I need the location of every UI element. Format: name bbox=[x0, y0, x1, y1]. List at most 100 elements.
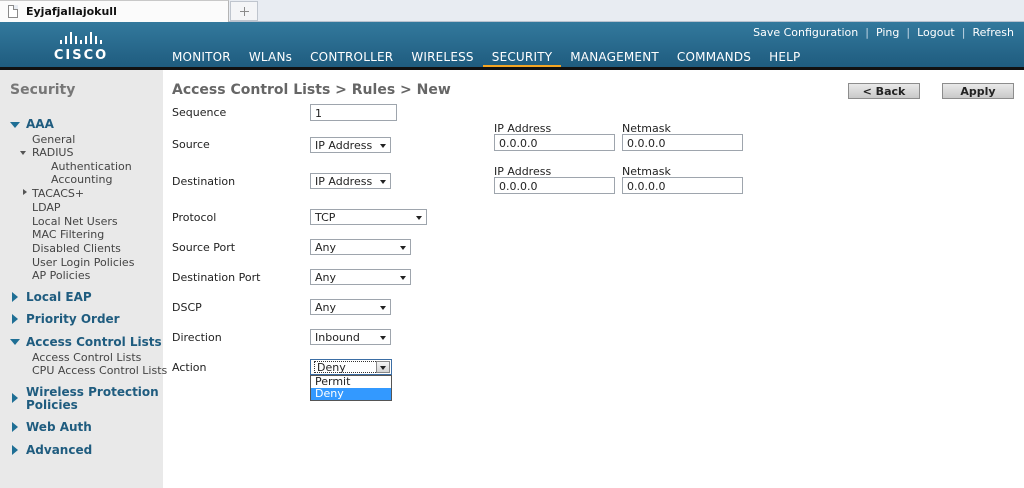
sidebar-item-disabled-clients[interactable]: Disabled Clients bbox=[32, 242, 121, 255]
sidebar-item-ldap[interactable]: LDAP bbox=[32, 201, 61, 214]
chevron-down-icon bbox=[380, 144, 386, 148]
page-title: Access Control Lists > Rules > New bbox=[172, 82, 451, 98]
action-select[interactable]: Deny bbox=[310, 359, 392, 375]
sidebar-item-access-control-lists[interactable]: Access Control Lists bbox=[32, 351, 141, 364]
dest-netmask-input[interactable]: 0.0.0.0 bbox=[622, 177, 743, 194]
chevron-down-icon bbox=[400, 246, 406, 250]
refresh-link[interactable]: Refresh bbox=[972, 26, 1014, 39]
sidebar-item-local-net-users[interactable]: Local Net Users bbox=[32, 215, 118, 228]
dscp-label: DSCP bbox=[172, 301, 202, 314]
direction-value: Inbound bbox=[315, 331, 360, 344]
nav-commands[interactable]: COMMANDS bbox=[668, 47, 760, 67]
sidebar-item-authentication[interactable]: Authentication bbox=[51, 160, 132, 173]
collapsed-arrow-icon[interactable] bbox=[12, 314, 18, 324]
sidebar-item-tacacs[interactable]: TACACS+ bbox=[32, 187, 84, 200]
sidebar-item-cpu-access-control-lists[interactable]: CPU Access Control Lists bbox=[32, 364, 167, 377]
sequence-label: Sequence bbox=[172, 106, 227, 119]
dest-ip-input[interactable]: 0.0.0.0 bbox=[494, 177, 615, 194]
sidebar-item-ap-policies[interactable]: AP Policies bbox=[32, 269, 90, 282]
action-label: Action bbox=[172, 361, 207, 374]
source-type-value: IP Address bbox=[315, 139, 373, 152]
cisco-bars-icon bbox=[50, 30, 112, 44]
destination-type-value: IP Address bbox=[315, 175, 373, 188]
expanded-arrow-icon[interactable] bbox=[20, 151, 26, 155]
cisco-logo-text: CISCO bbox=[53, 48, 109, 63]
browser-tab-title: Eyjafjallajokull bbox=[26, 5, 117, 18]
nav-help[interactable]: HELP bbox=[760, 47, 809, 67]
sidebar-group-web-auth[interactable]: Web Auth bbox=[26, 420, 92, 434]
nav-controller[interactable]: CONTROLLER bbox=[301, 47, 402, 67]
chevron-down-icon bbox=[400, 276, 406, 280]
sidebar-item-user-login-policies[interactable]: User Login Policies bbox=[32, 256, 134, 269]
sidebar-group-aaa[interactable]: AAA bbox=[26, 117, 54, 131]
nav-wlans[interactable]: WLANs bbox=[240, 47, 301, 67]
link-separator: | bbox=[906, 26, 911, 39]
collapsed-arrow-icon[interactable] bbox=[12, 292, 18, 302]
sidebar-item-radius[interactable]: RADIUS bbox=[32, 146, 73, 159]
sidebar-group-wireless-protection[interactable]: Wireless Protection bbox=[26, 385, 159, 399]
chevron-down-icon bbox=[380, 180, 386, 184]
expanded-arrow-icon[interactable] bbox=[10, 122, 20, 128]
destination-port-select[interactable]: Any bbox=[310, 269, 411, 285]
back-button[interactable]: < Back bbox=[848, 83, 920, 99]
chevron-down-icon bbox=[380, 336, 386, 340]
page-icon bbox=[8, 5, 18, 18]
save-configuration-link[interactable]: Save Configuration bbox=[753, 26, 858, 39]
dscp-value: Any bbox=[315, 301, 337, 314]
source-ip-input[interactable]: 0.0.0.0 bbox=[494, 134, 615, 151]
destination-port-label: Destination Port bbox=[172, 271, 261, 284]
direction-select[interactable]: Inbound bbox=[310, 329, 391, 345]
sequence-input[interactable]: 1 bbox=[310, 104, 397, 121]
direction-label: Direction bbox=[172, 331, 222, 344]
sidebar-item-accounting[interactable]: Accounting bbox=[51, 173, 112, 186]
source-label: Source bbox=[172, 138, 210, 151]
link-separator: | bbox=[865, 26, 869, 39]
browser-tab[interactable]: Eyjafjallajokull bbox=[0, 0, 229, 22]
sidebar-title: Security bbox=[10, 82, 76, 98]
app-header: CISCO Save Configuration | Ping | Logout… bbox=[0, 22, 1024, 68]
nav-management[interactable]: MANAGEMENT bbox=[561, 47, 668, 67]
plus-icon bbox=[239, 6, 249, 16]
sidebar-group-wireless-protection-cont[interactable]: Policies bbox=[26, 398, 78, 412]
sidebar-item-general[interactable]: General bbox=[32, 133, 75, 146]
sidebar: Security AAA General RADIUS Authenticati… bbox=[0, 70, 167, 488]
destination-label: Destination bbox=[172, 175, 236, 188]
dscp-select[interactable]: Any bbox=[310, 299, 391, 315]
source-port-value: Any bbox=[315, 241, 337, 254]
protocol-select[interactable]: TCP bbox=[310, 209, 427, 225]
browser-tab-strip: Eyjafjallajokull bbox=[0, 0, 1024, 22]
logout-link[interactable]: Logout bbox=[917, 26, 955, 39]
collapsed-arrow-icon[interactable] bbox=[12, 422, 18, 432]
apply-button[interactable]: Apply bbox=[942, 83, 1014, 99]
collapsed-arrow-icon[interactable] bbox=[12, 445, 18, 455]
sidebar-group-advanced[interactable]: Advanced bbox=[26, 443, 92, 457]
sidebar-group-local-eap[interactable]: Local EAP bbox=[26, 290, 92, 304]
new-tab-button[interactable] bbox=[230, 1, 258, 21]
sidebar-group-priority-order[interactable]: Priority Order bbox=[26, 312, 120, 326]
sidebar-item-mac-filtering[interactable]: MAC Filtering bbox=[32, 228, 104, 241]
collapsed-arrow-icon[interactable] bbox=[12, 393, 18, 403]
action-dropdown-list: Permit Deny bbox=[310, 375, 392, 401]
collapsed-arrow-icon[interactable] bbox=[23, 189, 27, 195]
protocol-label: Protocol bbox=[172, 211, 217, 224]
nav-wireless[interactable]: WIRELESS bbox=[402, 47, 482, 67]
destination-port-value: Any bbox=[315, 271, 337, 284]
chevron-down-icon[interactable] bbox=[376, 361, 390, 373]
header-links: Save Configuration | Ping | Logout | Ref… bbox=[753, 26, 1014, 39]
chevron-down-icon bbox=[416, 216, 422, 220]
ping-link[interactable]: Ping bbox=[876, 26, 899, 39]
destination-type-select[interactable]: IP Address bbox=[310, 173, 391, 189]
nav-monitor[interactable]: MONITOR bbox=[163, 47, 240, 67]
source-port-select[interactable]: Any bbox=[310, 239, 411, 255]
protocol-value: TCP bbox=[315, 211, 336, 224]
expanded-arrow-icon[interactable] bbox=[10, 339, 20, 345]
source-port-label: Source Port bbox=[172, 241, 236, 254]
source-netmask-input[interactable]: 0.0.0.0 bbox=[622, 134, 743, 151]
main-nav: MONITOR WLANs CONTROLLER WIRELESS SECURI… bbox=[163, 47, 809, 68]
action-value: Deny bbox=[314, 361, 378, 373]
action-option-deny[interactable]: Deny bbox=[311, 388, 391, 400]
sidebar-group-access-control-lists[interactable]: Access Control Lists bbox=[26, 335, 162, 349]
cisco-logo: CISCO bbox=[50, 30, 112, 64]
nav-security[interactable]: SECURITY bbox=[482, 47, 562, 68]
source-type-select[interactable]: IP Address bbox=[310, 137, 391, 153]
